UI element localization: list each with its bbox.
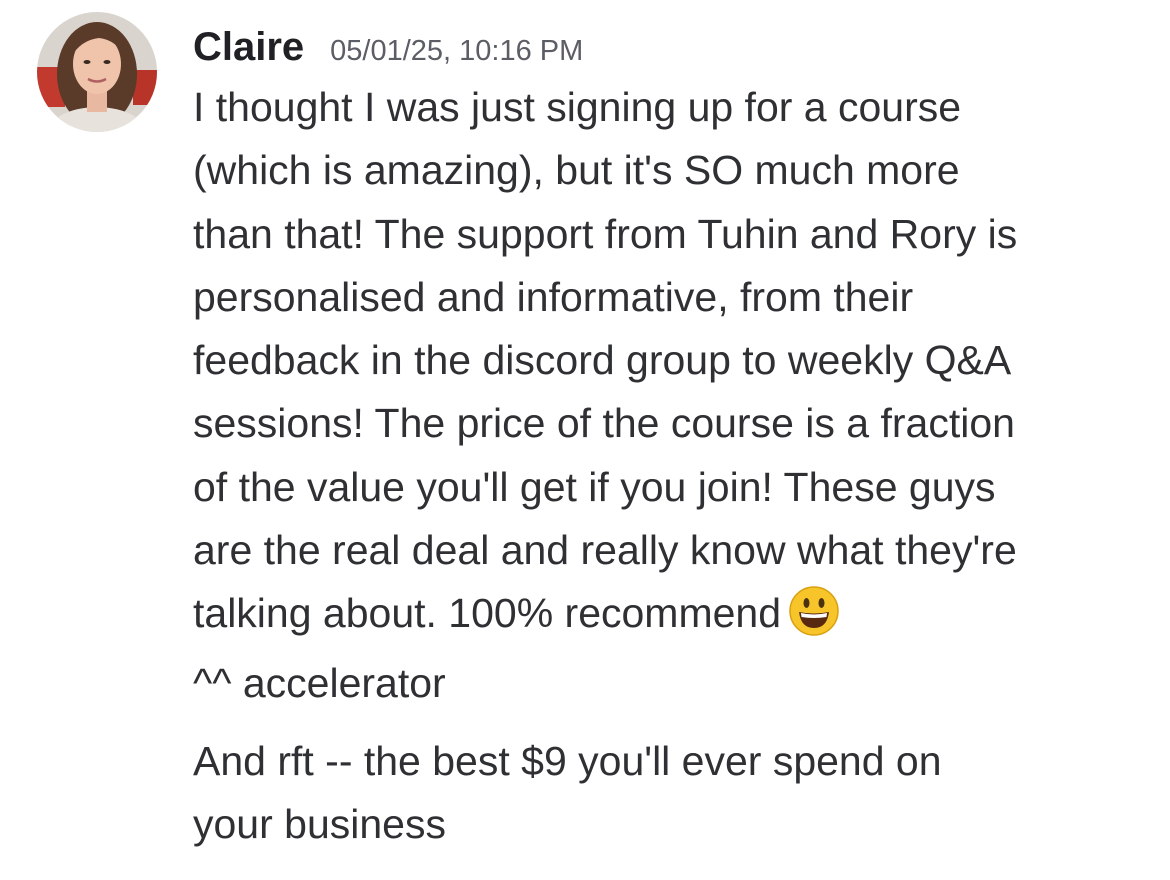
message-line: feedback in the discord group to weekly …	[193, 337, 1012, 384]
message-line: personalised and informative, from their	[193, 273, 914, 320]
message-line-last: talking about. 100% recommend	[193, 582, 1153, 645]
message-content: Claire 05/01/25, 10:16 PM I thought I wa…	[193, 18, 1153, 856]
message-line: your business	[193, 800, 446, 847]
message-line: are the real deal and really know what t…	[193, 527, 1017, 574]
message-timestamp[interactable]: 05/01/25, 10:16 PM	[330, 22, 583, 80]
message-line: (which is amazing), but it's SO much mor…	[193, 147, 960, 194]
message-body: I thought I was just signing up for a co…	[193, 76, 1153, 646]
author-name[interactable]: Claire	[193, 18, 304, 76]
user-avatar[interactable]	[37, 12, 157, 132]
chat-message: Claire 05/01/25, 10:16 PM I thought I wa…	[0, 0, 1170, 880]
followup-message-1: ^^ accelerator	[193, 659, 446, 706]
message-line: And rft -- the best $9 you'll ever spend…	[193, 737, 942, 784]
message-line: sessions! The price of the course is a f…	[193, 400, 1015, 447]
message-line: of the value you'll get if you join! The…	[193, 463, 996, 510]
message-line: than that! The support from Tuhin and Ro…	[193, 210, 1018, 257]
message-line-text: talking about. 100% recommend	[193, 590, 782, 637]
avatar-photo-icon	[37, 12, 157, 132]
followup-message-2: And rft -- the best $9 you'll ever spend…	[193, 730, 1153, 856]
grinning-face-emoji-icon	[787, 584, 841, 638]
message-line: I thought I was just signing up for a co…	[193, 84, 962, 130]
message-header: Claire 05/01/25, 10:16 PM	[193, 18, 1153, 76]
